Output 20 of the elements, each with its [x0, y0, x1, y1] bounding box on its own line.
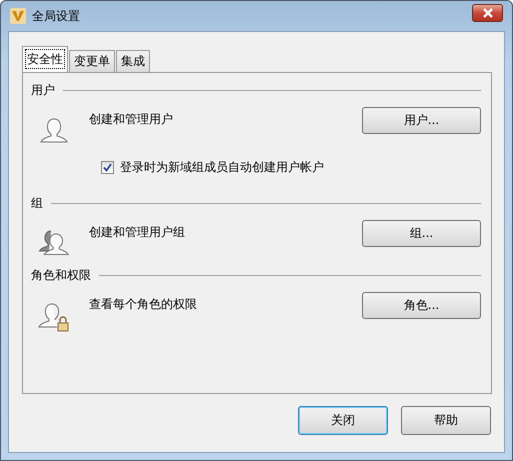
- checkbox[interactable]: [101, 161, 114, 174]
- description-text: 创建和管理用户组: [89, 225, 185, 239]
- description-text: 查看每个角色的权限: [89, 297, 197, 311]
- section-button[interactable]: 组...: [362, 220, 481, 247]
- close-icon: [482, 8, 494, 18]
- tab[interactable]: 变更单: [69, 50, 115, 72]
- tab[interactable]: 集成: [116, 50, 150, 72]
- app-logo-icon: [10, 8, 26, 24]
- section-heading: 用户: [31, 82, 55, 98]
- description-text: 创建和管理用户: [89, 112, 173, 126]
- section-heading: 组: [31, 194, 43, 212]
- close-button[interactable]: [472, 4, 503, 22]
- dialog-button[interactable]: 关闭: [298, 406, 388, 435]
- dialog-button[interactable]: 帮助: [401, 406, 491, 435]
- checkbox-label: 登录时为新域组成员自动创建用户帐户: [120, 159, 324, 176]
- tab[interactable]: 安全性: [22, 46, 68, 72]
- window-title: 全局设置: [32, 8, 81, 24]
- section-button[interactable]: 用户...: [362, 107, 481, 134]
- section-button[interactable]: 角色...: [362, 292, 481, 319]
- section-heading: 角色和权限: [31, 266, 91, 284]
